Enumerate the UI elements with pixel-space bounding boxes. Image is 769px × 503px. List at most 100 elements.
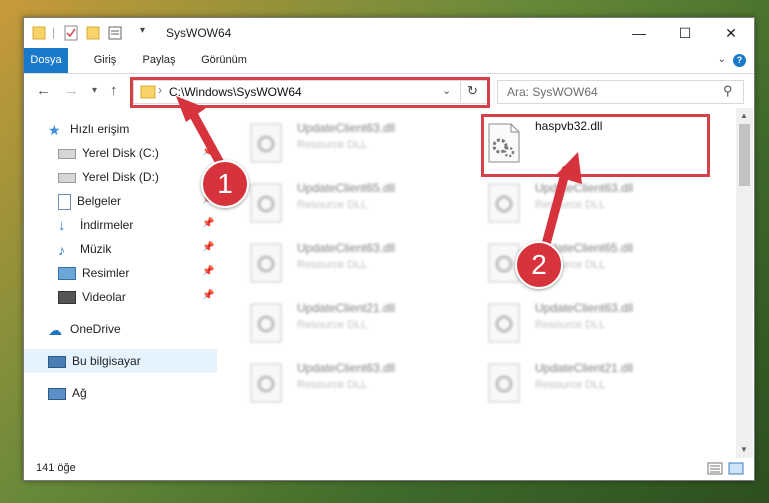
list-item[interactable]: UpdateClient63.dll Resource DLL bbox=[247, 116, 477, 172]
dll-file-icon bbox=[488, 303, 520, 343]
pictures-icon bbox=[58, 267, 76, 281]
view-menu-icon[interactable] bbox=[108, 25, 126, 41]
file-description: Resource DLL bbox=[535, 199, 606, 211]
sidebar-item-label: Ağ bbox=[72, 386, 87, 400]
list-item[interactable]: UpdateClient63.dll Resource DLL bbox=[247, 356, 477, 412]
file-description: Resource DLL bbox=[535, 319, 606, 331]
file-name: UpdateClient63.dll bbox=[535, 181, 634, 195]
sidebar-item-disk-c[interactable]: Yerel Disk (C:) bbox=[58, 142, 159, 164]
video-icon bbox=[58, 291, 76, 305]
file-name: UpdateClient63.dll bbox=[535, 301, 634, 315]
folder-icon bbox=[32, 26, 46, 40]
search-box[interactable]: Ara: SysWOW64 ⚲ bbox=[497, 80, 744, 104]
tab-share[interactable]: Paylaş bbox=[138, 48, 180, 73]
forward-icon[interactable]: → bbox=[64, 82, 79, 99]
dll-file-icon bbox=[250, 183, 282, 223]
sidebar-item-label: Müzik bbox=[80, 242, 112, 256]
callout-step-2: 2 bbox=[515, 241, 563, 289]
recent-chevron-icon[interactable]: ▾ bbox=[92, 85, 97, 96]
dll-file-icon bbox=[488, 183, 520, 223]
explorer-window: | ▾ SysWOW64 — ☐ ✕ Dosya Giriş Paylaş Gö… bbox=[23, 17, 755, 481]
file-highlight-box bbox=[481, 114, 710, 177]
scroll-down-icon[interactable]: ▼ bbox=[740, 445, 748, 454]
cloud-icon: ☁ bbox=[48, 321, 62, 338]
pin-icon[interactable]: 📌 bbox=[202, 242, 214, 253]
maximize-button[interactable]: ☐ bbox=[662, 18, 708, 48]
status-bar: 141 öğe bbox=[24, 458, 754, 480]
pin-icon[interactable]: 📌 bbox=[202, 146, 214, 157]
file-description: Resource DLL bbox=[297, 259, 368, 271]
sidebar-item-pictures[interactable]: Resimler bbox=[58, 262, 129, 284]
list-item[interactable]: UpdateClient21.dll Resource DLL bbox=[485, 356, 715, 412]
list-item[interactable]: UpdateClient63.dll Resource DLL bbox=[485, 296, 715, 352]
drive-icon bbox=[58, 148, 76, 159]
chevron-down-icon[interactable]: ▾ bbox=[140, 25, 145, 41]
drive-icon bbox=[58, 172, 76, 183]
file-description: Resource DLL bbox=[297, 379, 368, 391]
file-description: Resource DLL bbox=[297, 319, 368, 331]
pin-icon[interactable]: 📌 bbox=[202, 218, 214, 229]
search-icon[interactable]: ⚲ bbox=[723, 83, 733, 99]
close-button[interactable]: ✕ bbox=[708, 18, 754, 48]
sidebar-item-network[interactable]: Ağ bbox=[48, 382, 87, 404]
sidebar-item-music[interactable]: ♪ Müzik bbox=[58, 238, 111, 260]
navigation-pane: ★ Hızlı erişim Yerel Disk (C:) 📌 Yerel Di… bbox=[24, 108, 218, 458]
scroll-up-icon[interactable]: ▲ bbox=[740, 111, 748, 120]
file-name: UpdateClient21.dll bbox=[535, 361, 634, 375]
sidebar-item-quick-access[interactable]: ★ Hızlı erişim bbox=[48, 118, 129, 140]
navigation-bar: ← → ▾ ↑ › C:\Windows\SysWOW64 ⌄ ↻ Ara: S… bbox=[24, 74, 754, 108]
sidebar-item-label: Bu bilgisayar bbox=[72, 354, 141, 368]
separator: | bbox=[52, 25, 56, 39]
list-item[interactable]: UpdateClient21.dll Resource DLL bbox=[247, 296, 477, 352]
new-folder-icon[interactable] bbox=[86, 25, 100, 41]
sidebar-item-downloads[interactable]: ↓ İndirmeler bbox=[58, 214, 133, 236]
sidebar-item-this-pc[interactable]: Bu bilgisayar bbox=[48, 350, 141, 372]
sidebar-item-documents[interactable]: Belgeler bbox=[58, 190, 121, 212]
ribbon-tabs: Dosya Giriş Paylaş Görünüm ⌄ ? bbox=[24, 48, 754, 74]
vertical-scrollbar[interactable]: ▲ ▼ bbox=[736, 108, 753, 458]
pin-icon[interactable]: 📌 bbox=[202, 266, 214, 277]
file-name: UpdateClient63.dll bbox=[297, 241, 396, 255]
sidebar-item-label: Yerel Disk (D:) bbox=[82, 170, 159, 184]
sidebar-item-disk-d[interactable]: Yerel Disk (D:) bbox=[58, 166, 159, 188]
file-description: Resource DLL bbox=[535, 379, 606, 391]
sidebar-item-onedrive[interactable]: ☁ OneDrive bbox=[48, 318, 121, 340]
dll-file-icon bbox=[250, 123, 282, 163]
item-count: 141 öğe bbox=[36, 462, 76, 474]
music-icon: ♪ bbox=[58, 241, 65, 258]
minimize-button[interactable]: — bbox=[616, 18, 662, 48]
tab-view[interactable]: Görünüm bbox=[196, 48, 252, 73]
tab-home[interactable]: Giriş bbox=[88, 48, 122, 73]
list-item[interactable]: UpdateClient63.dll Resource DLL bbox=[485, 176, 715, 232]
chevron-up-icon[interactable]: ⌄ bbox=[718, 54, 726, 65]
help-icon[interactable]: ? bbox=[733, 54, 746, 67]
large-icons-view-icon[interactable] bbox=[728, 462, 744, 475]
list-item[interactable]: UpdateClient65.dll Resource DLL bbox=[247, 176, 477, 232]
details-view-icon[interactable] bbox=[707, 462, 723, 475]
scrollbar-thumb[interactable] bbox=[739, 124, 750, 186]
dll-file-icon bbox=[250, 303, 282, 343]
computer-icon bbox=[48, 355, 66, 368]
window-title: SysWOW64 bbox=[166, 26, 232, 40]
file-name: UpdateClient63.dll bbox=[297, 361, 396, 375]
tab-file[interactable]: Dosya bbox=[24, 48, 68, 73]
sidebar-item-label: Yerel Disk (C:) bbox=[82, 146, 159, 160]
dll-file-icon bbox=[250, 243, 282, 283]
sidebar-item-label: Hızlı erişim bbox=[70, 122, 130, 136]
search-input[interactable]: Ara: SysWOW64 bbox=[507, 85, 598, 99]
back-icon[interactable]: ← bbox=[36, 82, 51, 99]
star-icon: ★ bbox=[48, 121, 61, 138]
address-highlight-box bbox=[130, 77, 490, 108]
sidebar-item-label: Resimler bbox=[82, 266, 130, 280]
up-icon[interactable]: ↑ bbox=[110, 82, 118, 99]
file-description: Resource DLL bbox=[297, 139, 368, 151]
sidebar-item-videos[interactable]: Videolar bbox=[58, 286, 126, 308]
title-bar: | ▾ SysWOW64 — ☐ ✕ bbox=[24, 18, 754, 48]
file-name: UpdateClient21.dll bbox=[297, 301, 396, 315]
properties-icon[interactable] bbox=[64, 25, 78, 41]
list-item[interactable]: UpdateClient63.dll Resource DLL bbox=[247, 236, 477, 292]
network-icon bbox=[48, 387, 66, 400]
pin-icon[interactable]: 📌 bbox=[202, 290, 214, 301]
callout-step-1: 1 bbox=[201, 160, 249, 208]
sidebar-item-label: İndirmeler bbox=[80, 218, 134, 232]
